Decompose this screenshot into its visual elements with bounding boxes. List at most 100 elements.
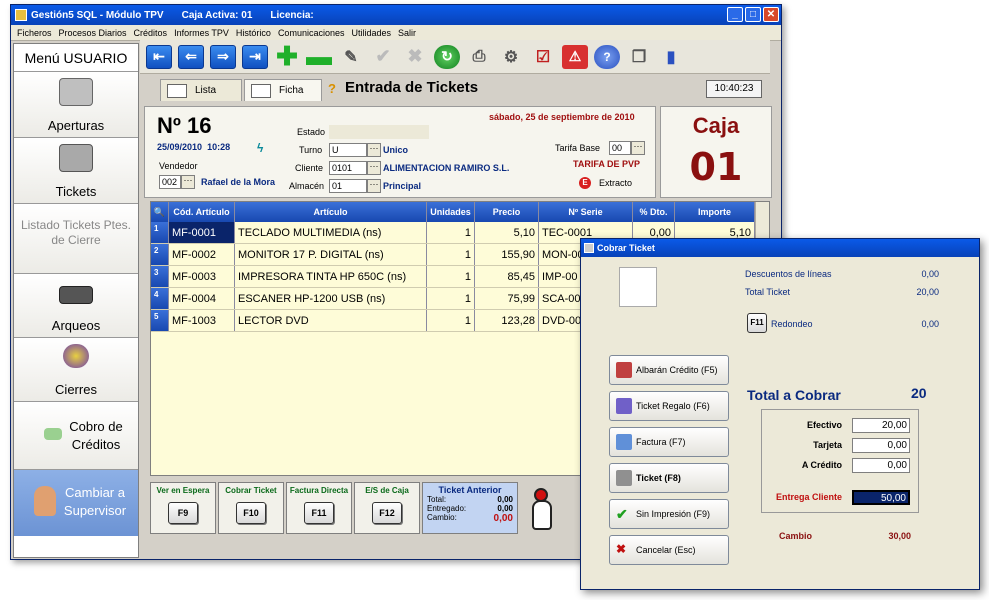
total-ticket-label: Total Ticket [745,287,791,297]
prev-record-button[interactable]: ⇐ [178,44,204,69]
sidebar-item-tickets[interactable]: Tickets [14,138,138,204]
dialog-title: Cobrar Ticket [581,239,979,257]
factura-directa-button[interactable]: Factura Directa F11 [286,482,352,534]
app-title: Gestión5 SQL - Módulo TPV [31,9,164,21]
ticket-header: Nº 16 25/09/2010 10:28 ϟ Vendedor 002 ··… [144,106,656,198]
print-icon[interactable]: ⎙ [466,45,492,69]
ticket-number: Nº 16 [157,113,212,138]
header-cod-articulo[interactable]: Cód. Artículo [169,202,235,222]
cancelar-button[interactable]: ✖ Cancelar (Esc) [609,535,729,565]
check-icon: ✔ [616,506,628,522]
cambio-label: Cambio [779,531,813,541]
es-de-caja-button[interactable]: E/S de Caja F12 [354,482,420,534]
ticket-button[interactable]: Ticket (F8) [609,463,729,493]
edit-icon[interactable]: ✎ [338,45,364,69]
menu-comunicaciones[interactable]: Comunicaciones [278,28,345,38]
tab-label: Lista [195,85,217,96]
total-ticket-value: 20,00 [916,287,939,297]
redondeo-key-button[interactable]: F11 [747,313,767,333]
extracto-icon[interactable]: E [579,177,591,189]
header-precio[interactable]: Precio [475,202,539,222]
grid-header: 🔍 Cód. Artículo Artículo Unidades Precio… [151,202,769,222]
cancel-icon: ✖ [616,542,627,556]
header-importe[interactable]: Importe [675,202,755,222]
cash-drawer-icon [59,286,93,304]
sidebar-item-cobro-creditos[interactable]: Cobro de Créditos [14,402,138,470]
tab-ficha[interactable]: Ficha [244,79,322,101]
header-dto[interactable]: % Dto. [633,202,675,222]
title-bar: Gestión5 SQL - Módulo TPV Caja Activa: 0… [11,5,781,25]
cliente-label: Cliente [295,163,324,173]
add-icon[interactable]: ✚ [274,41,300,71]
menu-creditos[interactable]: Créditos [134,28,168,38]
vendedor-code-field[interactable]: 002 [159,175,181,189]
cliente-code-field[interactable]: 0101 [329,161,367,175]
entrega-cliente-label: Entrega Cliente [775,492,842,502]
sidebar-item-listado-tickets[interactable]: Listado Tickets Ptes. de Cierre [14,204,138,274]
menu-procesos-diarios[interactable]: Procesos Diarios [59,28,127,38]
maximize-button[interactable]: □ [745,7,761,22]
menu-salir[interactable]: Salir [398,28,416,38]
sidebar-title: Menú USUARIO [14,44,138,72]
cobrar-ticket-button[interactable]: Cobrar Ticket F10 [218,482,284,534]
sidebar-item-label: Cobro de Créditos [69,419,123,452]
ver-en-espera-button[interactable]: Ver en Espera F9 [150,482,216,534]
confirm-icon[interactable]: ✔ [370,45,396,69]
entrega-cliente-input[interactable]: 50,00 [852,490,910,505]
menu-ficheros[interactable]: Ficheros [17,28,52,38]
dialog-icon [584,243,594,253]
turno-label: Turno [299,145,323,155]
check-list-icon[interactable]: ☑ [530,45,556,69]
register-icon [59,78,93,106]
menu-historico[interactable]: Histórico [236,28,271,38]
efectivo-input[interactable]: 20,00 [852,418,910,433]
form-icon [251,83,271,98]
grid-search-icon[interactable]: 🔍 [151,202,169,222]
menu-informes-tpv[interactable]: Informes TPV [174,28,229,38]
credito-input[interactable]: 0,00 [852,458,910,473]
almacen-label: Almacén [289,181,325,191]
cliente-name: ALIMENTACION RAMIRO S.L. [383,163,510,173]
sidebar-item-cambiar-supervisor[interactable]: Cambiar a Supervisor [14,470,138,536]
remove-icon[interactable]: ▬ [306,41,332,71]
tools-icon[interactable]: ⚙ [498,45,524,69]
tarjeta-input[interactable]: 0,00 [852,438,910,453]
sidebar-item-label: Aperturas [47,118,105,133]
almacen-code-field[interactable]: 01 [329,179,367,193]
next-record-button[interactable]: ⇒ [210,44,236,69]
extracto-label[interactable]: Extracto [599,178,632,188]
help-icon[interactable]: ? [594,44,620,69]
turno-lookup-button[interactable]: ··· [367,143,381,157]
cliente-lookup-button[interactable]: ··· [367,161,381,175]
factura-button[interactable]: Factura (F7) [609,427,729,457]
header-unidades[interactable]: Unidades [427,202,475,222]
cancel-icon[interactable]: ✖ [402,45,428,69]
refresh-icon[interactable]: ↻ [434,44,460,69]
tarifa-lookup-button[interactable]: ··· [631,141,645,155]
turno-code-field[interactable]: U [329,143,367,157]
exit-icon[interactable]: ▮ [658,45,684,69]
sidebar-item-arqueos[interactable]: Arqueos [14,274,138,338]
close-button[interactable]: ✕ [763,7,779,22]
touch-hand-icon[interactable] [520,482,564,534]
tab-lista[interactable]: Lista [160,79,242,101]
last-record-button[interactable]: ⇥ [242,44,268,69]
albaran-credito-button[interactable]: Albarán Crédito (F5) [609,355,729,385]
tarifa-code-field[interactable]: 00 [609,141,631,155]
sin-impresion-button[interactable]: ✔ Sin Impresión (F9) [609,499,729,529]
sidebar-item-cierres[interactable]: Cierres [14,338,138,402]
alert-icon[interactable]: ⚠ [562,44,588,69]
app-icon [15,9,27,21]
total-a-cobrar-label: Total a Cobrar [747,387,841,403]
minimize-button[interactable]: _ [727,7,743,22]
header-num-serie[interactable]: Nº Serie [539,202,633,222]
first-record-button[interactable]: ⇤ [146,44,172,69]
header-articulo[interactable]: Artículo [235,202,427,222]
sidebar-item-aperturas[interactable]: Aperturas [14,72,138,138]
almacen-lookup-button[interactable]: ··· [367,179,381,193]
menu-utilidades[interactable]: Utilidades [351,28,391,38]
tarifa-label: Tarifa Base [555,143,601,153]
ticket-regalo-button[interactable]: Ticket Regalo (F6) [609,391,729,421]
windows-icon[interactable]: ❐ [626,45,652,69]
vendedor-lookup-button[interactable]: ··· [181,175,195,189]
